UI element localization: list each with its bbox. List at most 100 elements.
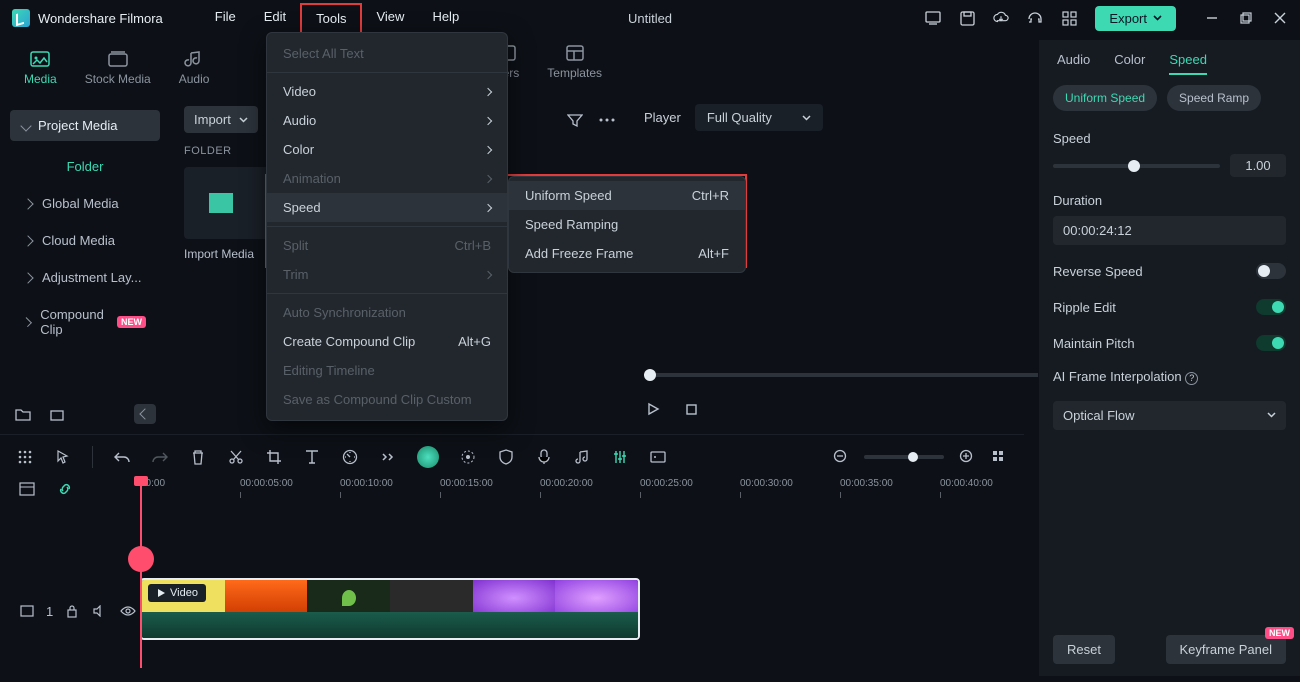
sidebar-cloud-media[interactable]: Cloud Media [10,223,160,258]
pointer-icon[interactable] [54,448,72,466]
music-icon[interactable] [573,448,591,466]
preview-scrubber[interactable] [644,373,1100,377]
mode-speed-ramping[interactable]: Speed Ramp [1167,85,1261,111]
sidebar-adjustment-layer[interactable]: Adjustment Lay... [10,260,160,295]
crop-icon[interactable] [265,448,283,466]
overflow-icon[interactable] [379,448,397,466]
quality-dropdown[interactable]: Full Quality [695,104,823,131]
view-options-icon[interactable] [990,448,1008,466]
speed-slider[interactable] [1053,164,1220,168]
reset-button[interactable]: Reset [1053,635,1115,664]
maintain-pitch-toggle[interactable] [1256,335,1286,351]
minimize-icon[interactable] [1204,10,1220,26]
ripple-edit-toggle[interactable] [1256,299,1286,315]
timeline[interactable]: 1 Video [0,506,1024,666]
tab-media-label: Media [24,72,57,86]
clip-thumb [473,580,556,616]
ripple-edit-label: Ripple Edit [1053,300,1116,315]
tab-templates[interactable]: Templates [533,36,616,88]
link-icon[interactable] [56,480,74,498]
dd-create-compound[interactable]: Create Compound ClipAlt+G [267,327,507,356]
clip-thumb [307,580,390,616]
video-track-clip[interactable]: Video [140,578,640,640]
dd-speed[interactable]: Speed [267,193,507,222]
reverse-speed-toggle[interactable] [1256,263,1286,279]
scissors-icon[interactable] [227,448,245,466]
zoom-slider[interactable] [864,455,944,459]
undo-icon[interactable] [113,448,131,466]
menu-file[interactable]: File [201,3,250,34]
import-dropdown[interactable]: Import [184,106,258,133]
main-menu: File Edit Tools View Help [201,3,473,34]
mic-icon[interactable] [535,448,553,466]
project-media-button[interactable]: Project Media [10,110,160,141]
duration-input[interactable]: 00:00:24:12 [1053,216,1286,245]
info-icon[interactable]: ? [1185,372,1198,385]
track-lock-icon[interactable] [63,602,81,620]
bin-icon[interactable] [48,405,66,423]
sidebar-compound-clip[interactable]: Compound ClipNEW [10,297,160,347]
rp-tab-audio[interactable]: Audio [1057,52,1090,75]
track-mute-icon[interactable] [91,602,109,620]
sub-add-freeze-frame[interactable]: Add Freeze FrameAlt+F [509,239,745,268]
track-video-icon[interactable] [18,602,36,620]
play-icon[interactable] [644,400,662,418]
dd-color[interactable]: Color [267,135,507,164]
close-icon[interactable] [1272,10,1288,26]
mixer-icon[interactable] [611,448,629,466]
rp-tab-speed[interactable]: Speed [1169,52,1207,75]
zoom-in-icon[interactable] [958,448,976,466]
tab-audio[interactable]: Audio [165,42,224,94]
collapse-sidebar-button[interactable] [134,404,156,424]
clip-thumb [555,580,638,616]
device-icon[interactable] [925,10,941,26]
more-icon[interactable] [598,111,616,129]
marker-icon[interactable] [649,448,667,466]
mode-uniform-speed[interactable]: Uniform Speed [1053,85,1157,111]
dd-audio[interactable]: Audio [267,106,507,135]
maximize-icon[interactable] [1238,10,1254,26]
export-button[interactable]: Export [1095,6,1176,31]
tab-media[interactable]: Media [10,42,71,94]
redo-icon[interactable] [151,448,169,466]
playhead[interactable] [140,478,142,668]
grid-icon[interactable] [1061,10,1077,26]
ai-orb-icon[interactable] [417,446,439,468]
track-visibility-icon[interactable] [119,602,137,620]
dd-trim: Trim [267,260,507,289]
effects-icon[interactable] [459,448,477,466]
tab-stock-media[interactable]: Stock Media [71,42,165,94]
shield-icon[interactable] [497,448,515,466]
cloud-icon[interactable] [993,10,1009,26]
folder-label: Folder [10,151,160,186]
dd-video[interactable]: Video [267,77,507,106]
sub-uniform-speed[interactable]: Uniform SpeedCtrl+R [509,181,745,210]
sidebar-global-media[interactable]: Global Media [10,186,160,221]
duration-label: Duration [1053,193,1286,208]
zoom-out-icon[interactable] [832,448,850,466]
new-badge: NEW [117,316,146,328]
new-folder-icon[interactable] [14,405,32,423]
keyframe-panel-button[interactable]: Keyframe PanelNEW [1166,635,1287,664]
headset-icon[interactable] [1027,10,1043,26]
speed-tool-icon[interactable] [341,448,359,466]
audio-waveform [142,612,638,638]
menu-edit[interactable]: Edit [250,3,300,34]
stop-icon[interactable] [682,400,700,418]
speed-value[interactable]: 1.00 [1230,154,1286,177]
tools-dropdown: Select All Text Video Audio Color Animat… [266,32,508,421]
apps-icon[interactable] [16,448,34,466]
ai-interp-select[interactable]: Optical Flow [1053,401,1286,430]
sub-speed-ramping[interactable]: Speed Ramping [509,210,745,239]
timeline-layout-icon[interactable] [18,480,36,498]
delete-icon[interactable] [189,448,207,466]
reverse-speed-label: Reverse Speed [1053,264,1143,279]
timeline-ruler[interactable]: 00:00 00:00:05:00 00:00:10:00 00:00:15:0… [0,478,1024,506]
menu-view[interactable]: View [362,3,418,34]
save-icon[interactable] [959,10,975,26]
text-icon[interactable] [303,448,321,466]
menu-help[interactable]: Help [418,3,473,34]
filter-icon[interactable] [566,111,584,129]
menu-tools[interactable]: Tools [300,3,362,34]
rp-tab-color[interactable]: Color [1114,52,1145,75]
